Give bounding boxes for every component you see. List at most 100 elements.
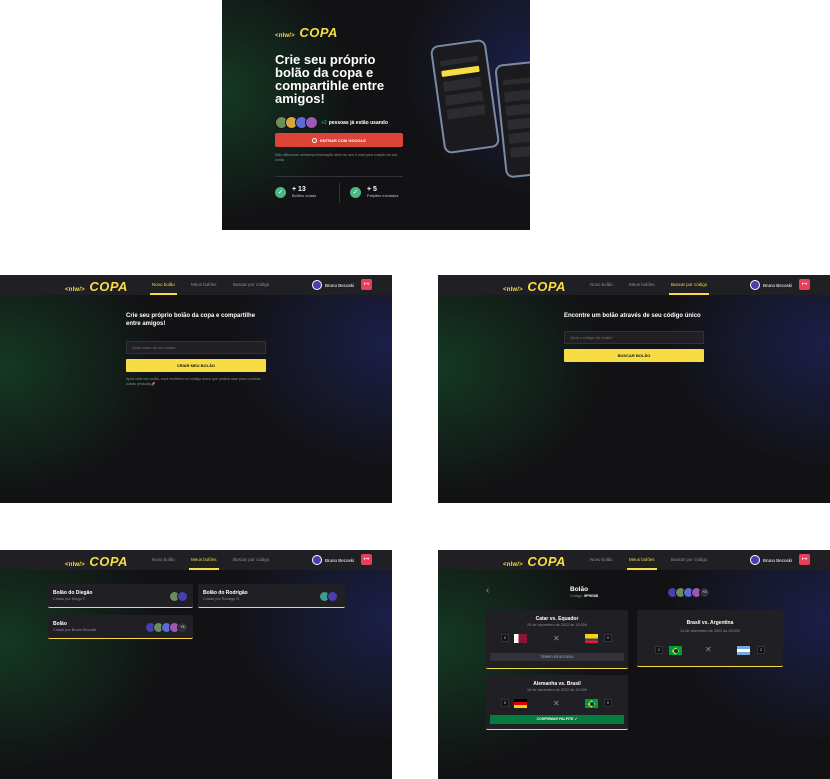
tab-search-code[interactable]: Buscar por código xyxy=(233,282,269,287)
tab-my-pools[interactable]: Meus bolões xyxy=(191,282,217,287)
tab-new-pool[interactable]: Novo bolão xyxy=(152,557,175,562)
user-menu[interactable]: Bruno Becoski xyxy=(750,555,792,565)
user-menu[interactable]: Bruno Becoski xyxy=(312,555,354,565)
pool-owner: Criado por Rodrigo G. xyxy=(203,597,241,601)
user-menu[interactable]: Bruno Becoski xyxy=(750,280,792,290)
pool-code-label: Código: xyxy=(570,594,584,598)
tab-new-pool[interactable]: Novo bolão xyxy=(590,282,613,287)
logout-button[interactable]: ↦ xyxy=(361,554,372,565)
navbar: <nlw/> COPA Novo bolão Meus bolões Busca… xyxy=(0,550,392,570)
logout-icon: ↦ xyxy=(363,556,370,563)
logo[interactable]: <nlw/> COPA xyxy=(503,278,566,296)
phone-mockup-front xyxy=(494,59,530,179)
logo[interactable]: <nlw/> COPA xyxy=(65,553,128,571)
page-title: Crie seu próprio bolão da copa e compart… xyxy=(126,313,256,327)
tab-search-code[interactable]: Buscar por código xyxy=(233,557,269,562)
confirm-guess-button[interactable]: CONFIRMAR PALPITE ✓ xyxy=(490,715,624,724)
game-date: 14 de dezembro de 2022 às 16:00h xyxy=(680,629,740,633)
pool-card[interactable]: Bolão do Diegão Criado por Diego F. xyxy=(48,584,193,608)
logout-button[interactable]: ↦ xyxy=(361,279,372,290)
logout-icon: ↦ xyxy=(363,281,370,288)
user-avatars xyxy=(275,116,318,129)
pool-name: Bolão do Rodrigão xyxy=(203,590,248,596)
game-date: 16 de dezembro de 2022 às 12:00h xyxy=(527,688,587,692)
away-score-input[interactable]: 2 xyxy=(757,646,765,654)
germany-flag-icon xyxy=(514,699,527,708)
away-score-input[interactable]: 0 xyxy=(604,699,612,707)
tab-my-pools[interactable]: Meus bolões xyxy=(189,557,219,570)
page-title: Encontre um bolão através de seu código … xyxy=(564,313,701,319)
tab-my-pools[interactable]: Meus bolões xyxy=(629,282,655,287)
avatar xyxy=(750,280,760,290)
participant-avatars xyxy=(169,591,188,602)
pool-name-input[interactable] xyxy=(126,341,266,354)
home-score-input[interactable]: 0 xyxy=(501,699,509,707)
logo-tag: <nlw/> xyxy=(65,562,85,568)
logo-copa: COPA xyxy=(299,25,338,40)
logo-tag: <nlw/> xyxy=(275,33,295,39)
logout-button[interactable]: ↦ xyxy=(799,279,810,290)
landing-screen: <nlw/> COPA Crie seu próprio bolão da co… xyxy=(222,0,530,230)
pool-code-input[interactable] xyxy=(564,331,704,344)
logo-copa: COPA xyxy=(89,554,128,569)
create-pool-button[interactable]: CRIAR MEU BOLÃO xyxy=(126,359,266,372)
logo[interactable]: <nlw/> COPA xyxy=(503,553,566,571)
ecuador-flag-icon xyxy=(585,634,598,643)
game-teams: Catar vs. Equador xyxy=(535,616,579,622)
game-teams: Brasil vs. Argentina xyxy=(686,620,734,626)
home-score-input[interactable]: 2 xyxy=(655,646,663,654)
user-menu[interactable]: Bruno Becoski xyxy=(312,280,354,290)
pool-card[interactable]: Bolão Criado por Bruno Becoski +3 xyxy=(48,615,193,639)
pool-detail-screen: <nlw/> COPA Novo bolão Meus bolões Busca… xyxy=(438,550,830,779)
avatar xyxy=(750,555,760,565)
more-participants: +3 xyxy=(177,622,188,633)
avatar xyxy=(312,280,322,290)
navbar: <nlw/> COPA Novo bolão Meus bolões Busca… xyxy=(0,275,392,295)
user-name: Bruno Becoski xyxy=(325,557,355,563)
game-card: Alemanha vs. Brasil 16 de dezembro de 20… xyxy=(486,675,628,730)
tab-new-pool[interactable]: Novo bolão xyxy=(150,282,177,295)
logo-copa: COPA xyxy=(527,554,566,569)
confirm-guess-label: CONFIRMAR PALPITE xyxy=(536,717,574,721)
avatar xyxy=(312,555,322,565)
game-card: Catar vs. Equador 20 de novembro de 2022… xyxy=(486,610,628,669)
stat-guesses-value: + 5 xyxy=(367,186,377,193)
logo-copa: COPA xyxy=(527,279,566,294)
versus-icon: ✕ xyxy=(705,645,712,654)
navbar: <nlw/> COPA Novo bolão Meus bolões Busca… xyxy=(438,550,830,570)
stat-divider-vertical xyxy=(339,183,340,203)
users-count: +2 xyxy=(321,119,327,126)
more-participants: +3 xyxy=(699,587,710,598)
brazil-flag-icon xyxy=(585,699,598,708)
pool-code-value: 9P9G08 xyxy=(584,594,599,598)
tab-search-code[interactable]: Buscar por código xyxy=(668,282,710,295)
logo-copa: COPA xyxy=(89,279,128,294)
search-pool-button[interactable]: BUSCAR BOLÃO xyxy=(564,349,704,362)
versus-icon: ✕ xyxy=(553,699,560,708)
check-icon: ✓ xyxy=(275,186,286,198)
back-icon[interactable]: ‹ xyxy=(486,585,489,596)
pool-owner: Criado por Bruno Becoski xyxy=(53,628,97,632)
pool-name: Bolão xyxy=(53,621,67,627)
logo-tag: <nlw/> xyxy=(503,287,523,293)
tab-new-pool[interactable]: Novo bolão xyxy=(590,557,613,562)
logo[interactable]: <nlw/> COPA xyxy=(65,278,128,296)
stat-pools-value: + 13 xyxy=(292,186,306,193)
my-pools-screen: <nlw/> COPA Novo bolão Meus bolões Busca… xyxy=(0,550,392,779)
navbar: <nlw/> COPA Novo bolão Meus bolões Busca… xyxy=(438,275,830,295)
tab-search-code[interactable]: Buscar por código xyxy=(671,557,707,562)
logout-button[interactable]: ↦ xyxy=(799,554,810,565)
user-name: Bruno Becoski xyxy=(763,282,793,288)
away-score-input[interactable]: 0 xyxy=(604,634,612,642)
pool-card[interactable]: Bolão do Rodrigão Criado por Rodrigo G. xyxy=(198,584,345,608)
versus-icon: ✕ xyxy=(553,634,560,643)
create-note: Após criar seu bolão, você receberá um c… xyxy=(126,377,261,386)
tab-my-pools[interactable]: Meus bolões xyxy=(627,557,657,570)
stat-pools-label: Bolões criado xyxy=(292,193,317,198)
home-score-input[interactable]: 0 xyxy=(501,634,509,642)
google-login-button[interactable]: ENTRAR COM GOOGLE xyxy=(275,133,403,147)
game-teams: Alemanha vs. Brasil xyxy=(533,681,581,687)
logout-icon: ↦ xyxy=(801,281,808,288)
disclaimer: Não utilizamos nenhuma informação além d… xyxy=(275,153,398,162)
argentina-flag-icon xyxy=(737,646,750,655)
